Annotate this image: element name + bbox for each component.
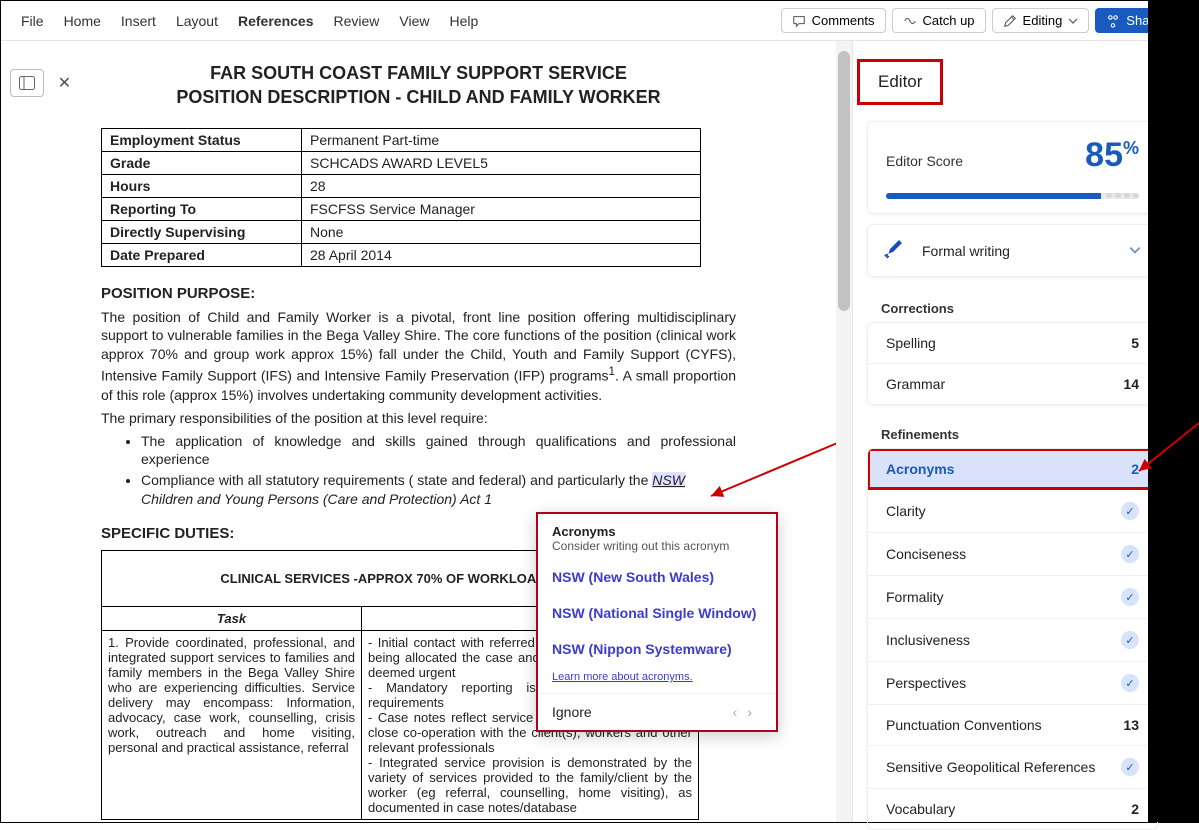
next-icon[interactable]: › — [747, 704, 762, 720]
purpose-paragraph: The position of Child and Family Worker … — [101, 308, 736, 405]
info-value: SCHCADS AWARD LEVEL5 — [302, 151, 701, 174]
popup-ignore[interactable]: Ignore ‹› — [538, 693, 776, 730]
check-icon: ✓ — [1121, 502, 1139, 520]
menu-bar: FileHomeInsertLayoutReferencesReviewView… — [1, 1, 1198, 41]
info-label: Directly Supervising — [102, 220, 302, 243]
refinement-clarity[interactable]: Clarity✓ — [868, 489, 1157, 532]
check-icon: ✓ — [1121, 588, 1139, 606]
acronym-option[interactable]: NSW (National Single Window) — [538, 595, 776, 631]
info-value: None — [302, 220, 701, 243]
editor-title: Editor — [857, 59, 943, 105]
info-value: Permanent Part-time — [302, 128, 701, 151]
nav-pane-toggle[interactable] — [10, 69, 44, 97]
info-label: Grade — [102, 151, 302, 174]
acronym-option[interactable]: NSW (Nippon Systemware) — [538, 631, 776, 667]
dead-area — [1148, 1, 1198, 822]
responsibility-bullets: The application of knowledge and skills … — [101, 432, 736, 510]
info-value: 28 — [302, 174, 701, 197]
refinement-perspectives[interactable]: Perspectives✓ — [868, 661, 1157, 704]
check-icon: ✓ — [1121, 758, 1139, 776]
info-label: Date Prepared — [102, 243, 302, 266]
chevron-down-icon — [1068, 16, 1078, 26]
editing-label: Editing — [1023, 13, 1063, 28]
refinements-list: Acronyms2Clarity✓Conciseness✓Formality✓I… — [867, 448, 1158, 830]
menu-file[interactable]: File — [11, 7, 54, 35]
info-value: 28 April 2014 — [302, 243, 701, 266]
menu-insert[interactable]: Insert — [111, 7, 166, 35]
popup-subtitle: Consider writing out this acronym — [552, 539, 762, 553]
corrections-list: Spelling5Grammar14 — [867, 322, 1158, 405]
editor-panel: Editor ✕ Editor Score 85% Formal writing — [852, 41, 1198, 822]
row-handle-icon[interactable]: ⋮⋮ — [81, 776, 85, 789]
info-value: FSCFSS Service Manager — [302, 197, 701, 220]
refinement-sensitive-geopolitical-references[interactable]: Sensitive Geopolitical References✓ — [868, 745, 1157, 788]
bullet-item: The application of knowledge and skills … — [141, 432, 736, 470]
check-icon: ✓ — [1121, 545, 1139, 563]
share-icon — [1106, 14, 1120, 28]
duties-left: 1. Provide coordinated, professional, an… — [102, 631, 362, 820]
task-header: Task — [102, 607, 362, 631]
acronym-suggestion-popup: Acronyms Consider writing out this acron… — [536, 512, 778, 732]
flagged-acronym[interactable]: NSW — [652, 472, 685, 488]
document-area: ✕ FAR SOUTH COAST FAMILY SUPPORT SERVICE… — [1, 41, 852, 822]
check-icon: ✓ — [1121, 674, 1139, 692]
document-page[interactable]: FAR SOUTH COAST FAMILY SUPPORT SERVICE P… — [81, 41, 836, 822]
editor-header: Editor ✕ — [853, 59, 1172, 115]
purpose-heading: POSITION PURPOSE: — [101, 285, 736, 302]
doc-gutter: ✕ — [1, 41, 81, 822]
popup-title: Acronyms — [552, 524, 762, 539]
popup-header: Acronyms Consider writing out this acron… — [538, 514, 776, 559]
refinements-label: Refinements — [853, 419, 1172, 448]
title-line-2: POSITION DESCRIPTION - CHILD AND FAMILY … — [101, 85, 736, 109]
editor-score-card[interactable]: Editor Score 85% — [867, 121, 1158, 214]
prev-icon[interactable]: ‹ — [733, 704, 748, 720]
popup-learn-more[interactable]: Learn more about acronyms. — [538, 667, 776, 693]
refinement-punctuation-conventions[interactable]: Punctuation Conventions13 — [868, 704, 1157, 745]
comments-button[interactable]: Comments — [781, 8, 886, 33]
score-value: 85% — [1085, 136, 1139, 175]
pencil-icon — [1003, 14, 1017, 28]
catchup-label: Catch up — [923, 13, 975, 28]
acronym-option[interactable]: NSW (New South Wales) — [538, 559, 776, 595]
title-line-1: FAR SOUTH COAST FAMILY SUPPORT SERVICE — [101, 61, 736, 85]
chevron-down-icon — [1129, 243, 1141, 259]
close-icon[interactable]: ✕ — [58, 73, 71, 93]
scrollbar-thumb[interactable] — [838, 51, 850, 311]
info-table: Employment StatusPermanent Part-timeGrad… — [101, 128, 701, 267]
catchup-button[interactable]: Catch up — [892, 8, 986, 33]
doc-title: FAR SOUTH COAST FAMILY SUPPORT SERVICE P… — [101, 61, 736, 110]
refinement-formality[interactable]: Formality✓ — [868, 575, 1157, 618]
menu-view[interactable]: View — [389, 7, 439, 35]
info-label: Employment Status — [102, 128, 302, 151]
writing-style-label: Formal writing — [922, 243, 1010, 259]
info-label: Hours — [102, 174, 302, 197]
correction-grammar[interactable]: Grammar14 — [868, 363, 1157, 404]
app-body: ✕ FAR SOUTH COAST FAMILY SUPPORT SERVICE… — [1, 41, 1198, 822]
row-handle-icon[interactable]: ⋮⋮ — [81, 640, 85, 653]
fountain-pen-icon — [884, 237, 908, 264]
menu-help[interactable]: Help — [439, 7, 488, 35]
comments-label: Comments — [812, 13, 875, 28]
menu-home[interactable]: Home — [54, 7, 111, 35]
catchup-icon — [903, 14, 917, 28]
menu-references[interactable]: References — [228, 7, 324, 35]
info-label: Reporting To — [102, 197, 302, 220]
menu-review[interactable]: Review — [323, 7, 389, 35]
refinement-inclusiveness[interactable]: Inclusiveness✓ — [868, 618, 1157, 661]
writing-style-selector[interactable]: Formal writing — [867, 224, 1158, 277]
refinement-acronyms[interactable]: Acronyms2 — [868, 449, 1157, 489]
editing-mode-button[interactable]: Editing — [992, 8, 1090, 33]
bullet-item: Compliance with all statutory requiremen… — [141, 471, 736, 509]
check-icon: ✓ — [1121, 631, 1139, 649]
ignore-label: Ignore — [552, 704, 592, 720]
score-bar — [886, 193, 1139, 199]
score-label: Editor Score — [886, 153, 963, 169]
document-scrollbar[interactable] — [836, 41, 852, 822]
corrections-label: Corrections — [853, 293, 1172, 322]
responsibilities-line: The primary responsibilities of the posi… — [101, 409, 736, 428]
correction-spelling[interactable]: Spelling5 — [868, 323, 1157, 363]
menu-layout[interactable]: Layout — [166, 7, 228, 35]
refinement-conciseness[interactable]: Conciseness✓ — [868, 532, 1157, 575]
comment-icon — [792, 14, 806, 28]
